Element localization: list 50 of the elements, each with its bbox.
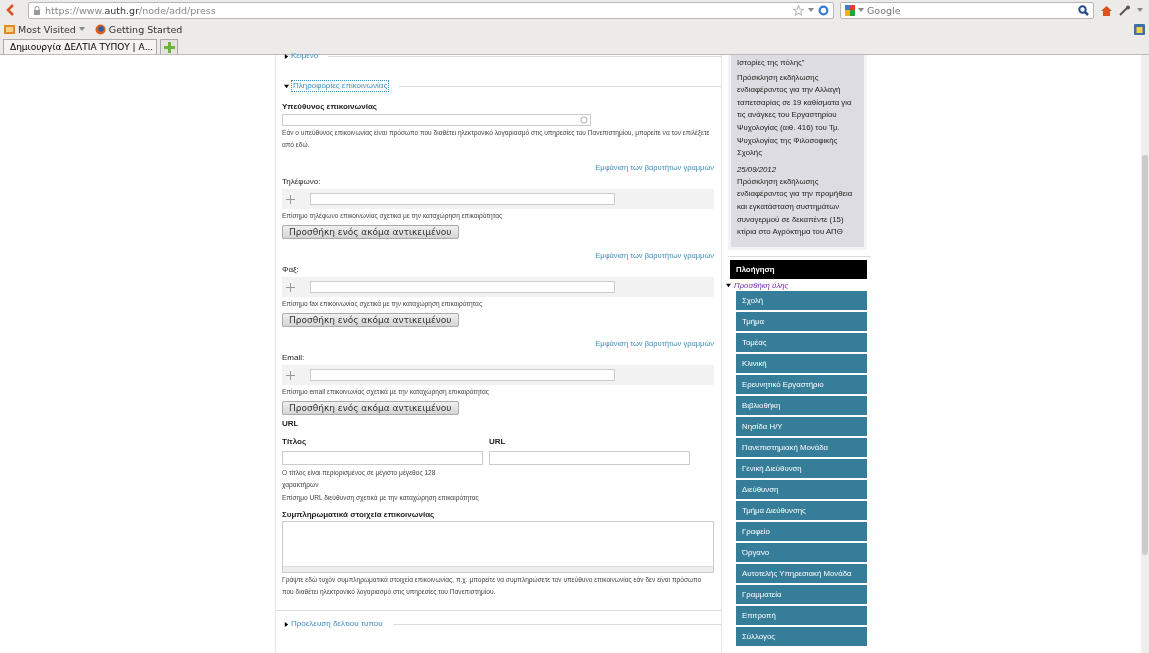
group-heading: URL [282,419,300,429]
url-text: https://www.auth.gr/node/add/press [45,4,216,16]
title-field[interactable] [282,450,483,465]
plus-icon [163,41,175,53]
drag-handle-icon[interactable] [286,194,295,204]
caret-icon[interactable] [808,8,814,12]
caret-icon[interactable] [1137,8,1143,12]
addon-icon[interactable] [1134,23,1145,35]
field-label: Συμπληρωματικά στοιχεία επικοινωνίας [282,510,436,520]
lock-icon [33,5,41,15]
add-item-button[interactable]: Προσθήκη ενός ακόμα αντικειμένου [282,401,459,415]
text-field[interactable] [310,369,615,381]
throbber-icon [580,116,588,124]
add-item-button[interactable]: Προσθήκη ενός ακόμα αντικειμένου [282,225,459,239]
section-toggle[interactable]: Κειμενο [291,51,319,61]
field-label: Τηλέφωνο: [282,177,322,187]
section-toggle[interactable]: Προελευση δελτιου τυπου [291,619,383,629]
text-area[interactable] [282,521,714,573]
address-bar[interactable]: https://www.auth.gr/node/add/press [28,1,834,19]
bookmark-item[interactable]: Most Visited [4,23,85,35]
field-label: Φαξ: [282,265,300,275]
drag-handle-icon[interactable] [286,370,295,380]
browser-tab[interactable]: Δημιουργία ΔΕΛΤΙΑ ΤΥΠΟΥ | Α... [3,39,157,54]
search-icon[interactable] [1078,4,1089,16]
field-label: Υπεύθυνος επικοινωνίας [282,102,379,112]
caret-icon [78,27,85,31]
search-input[interactable]: Google [867,4,1075,16]
new-tab-button[interactable] [160,39,178,54]
bookmark-item[interactable]: Getting Started [94,23,183,35]
back-icon[interactable] [6,4,14,16]
field-label: Email: [282,353,306,363]
caret-icon[interactable] [858,8,864,12]
section-toggle[interactable]: Πληροφορίες επικοινωνίας [291,80,390,92]
reload-icon[interactable] [818,4,829,16]
url-field[interactable] [489,450,690,465]
folder-icon [4,24,15,34]
tools-icon[interactable] [1119,4,1131,16]
add-item-button[interactable]: Προσθήκη ενός ακόμα αντικειμένου [282,313,459,327]
field-label: URL [489,437,507,447]
field-label: Τίτλος [282,437,308,447]
search-engine-icon [845,4,855,16]
text-field[interactable] [310,193,615,205]
autocomplete-field[interactable] [282,114,591,126]
text-field[interactable] [310,281,615,293]
home-icon[interactable] [1100,4,1113,16]
search-field[interactable]: Google [840,1,1094,19]
drag-handle-icon[interactable] [286,282,295,292]
scrollbar[interactable] [1141,55,1149,653]
star-icon[interactable] [793,4,804,16]
globe-icon [94,23,106,35]
